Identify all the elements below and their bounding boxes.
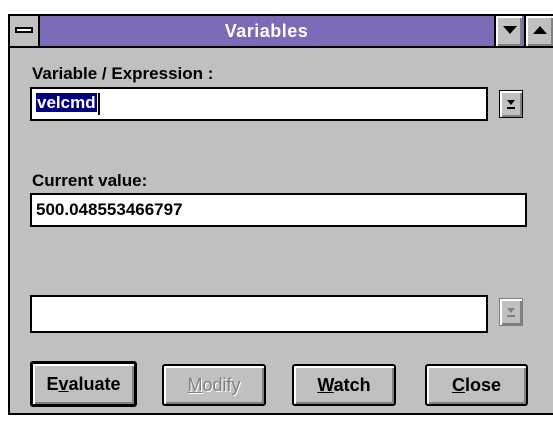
maximize-button[interactable] [524, 16, 553, 46]
close-label: Close [451, 374, 502, 395]
maximize-arrow-icon [533, 26, 547, 34]
dropdown-arrow-icon [507, 308, 515, 317]
system-menu-icon [15, 27, 33, 33]
new-value-dropdown-button [499, 298, 523, 326]
window-title: Variables [224, 21, 309, 41]
evaluate-label: Evaluate [46, 373, 121, 394]
expression-label: Variable / Expression : [32, 64, 214, 83]
expression-value: velcmd [36, 93, 97, 113]
watch-button[interactable]: Watch [292, 364, 396, 406]
system-menu-button[interactable] [10, 16, 40, 46]
title-bar[interactable]: Variables [10, 16, 553, 48]
new-value-input[interactable] [30, 295, 488, 333]
close-button[interactable]: Close [425, 364, 528, 406]
modify-label: Modify [187, 374, 241, 395]
minimize-button[interactable] [494, 16, 522, 46]
expression-dropdown-button[interactable] [499, 90, 523, 118]
text-caret [97, 93, 100, 115]
minimize-arrow-icon [503, 26, 517, 34]
watch-label: Watch [317, 374, 371, 395]
evaluate-button[interactable]: Evaluate [30, 361, 137, 407]
expression-input[interactable]: velcmd [30, 87, 488, 121]
current-value-text: 500.048553466797 [36, 200, 183, 219]
current-value-field: 500.048553466797 [30, 193, 527, 227]
dropdown-arrow-icon [507, 100, 515, 109]
modify-button: Modify [162, 364, 266, 406]
current-value-label: Current value: [32, 171, 148, 190]
